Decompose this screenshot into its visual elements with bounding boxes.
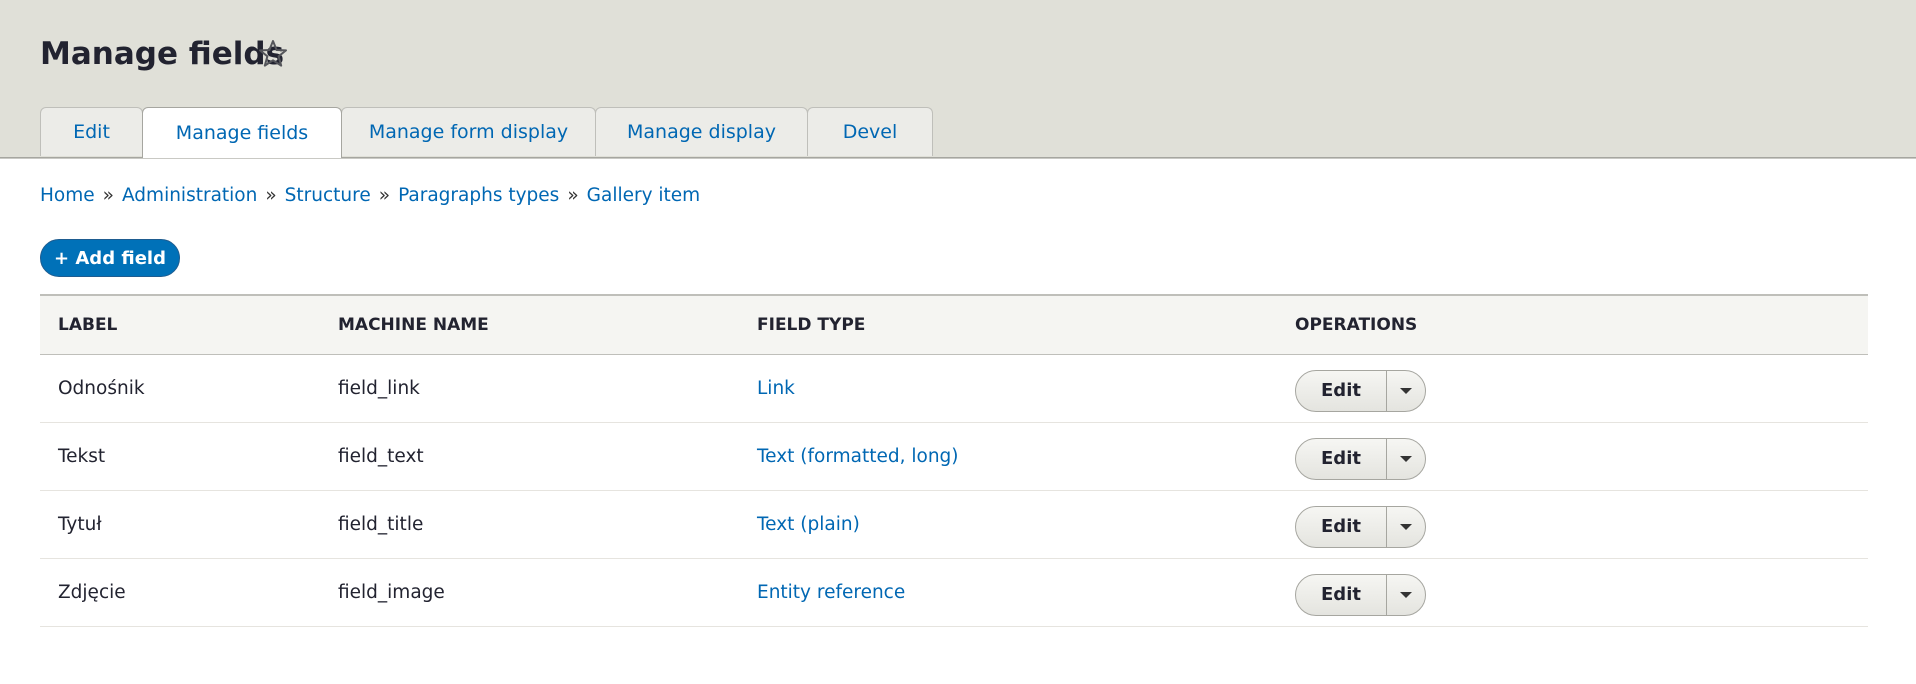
breadcrumb-home[interactable]: Home	[40, 185, 95, 206]
page-header: Manage fields Edit Manage fields Manage …	[0, 0, 1916, 159]
field-machine-name: field_title	[338, 514, 424, 535]
star-icon[interactable]	[257, 38, 289, 70]
operations-toggle-button[interactable]	[1387, 439, 1425, 479]
operations-dropbutton: Edit	[1295, 437, 1426, 480]
operations-dropbutton: Edit	[1295, 573, 1426, 616]
column-header-field-type: FIELD TYPE	[757, 315, 866, 335]
field-type-link[interactable]: Entity reference	[757, 582, 905, 603]
edit-button[interactable]: Edit	[1296, 438, 1387, 479]
breadcrumb: Home » Administration » Structure » Paragraphs…	[40, 185, 700, 206]
edit-button[interactable]: Edit	[1296, 506, 1387, 547]
table-row: Odnośnik field_link Link Edit	[40, 355, 1868, 423]
breadcrumb-separator: »	[567, 185, 579, 206]
field-machine-name: field_text	[338, 446, 424, 467]
breadcrumb-separator: »	[378, 185, 391, 206]
column-header-machine-name: MACHINE NAME	[338, 315, 489, 335]
caret-down-icon	[1400, 455, 1412, 462]
breadcrumb-separator: »	[102, 185, 114, 206]
table-row: Tytuł field_title Text (plain) Edit	[40, 491, 1868, 559]
field-machine-name: field_link	[338, 378, 420, 399]
tab-devel[interactable]: Devel	[807, 107, 933, 156]
breadcrumb-structure[interactable]: Structure	[285, 185, 371, 206]
field-label: Zdjęcie	[58, 582, 126, 603]
operations-dropbutton: Edit	[1295, 369, 1426, 412]
fields-table: LABEL MACHINE NAME FIELD TYPE OPERATIONS…	[40, 294, 1868, 627]
field-type-link[interactable]: Link	[757, 378, 795, 399]
caret-down-icon	[1400, 523, 1412, 530]
add-field-button[interactable]: + Add field	[40, 239, 180, 277]
edit-button[interactable]: Edit	[1296, 574, 1387, 615]
edit-button[interactable]: Edit	[1296, 370, 1387, 411]
tab-manage-fields[interactable]: Manage fields	[142, 107, 342, 158]
page-title: Manage fields	[40, 36, 285, 72]
breadcrumb-separator: »	[265, 185, 277, 206]
operations-dropbutton: Edit	[1295, 505, 1426, 548]
field-label: Tytuł	[58, 514, 102, 535]
tab-manage-display[interactable]: Manage display	[595, 107, 808, 156]
tab-edit[interactable]: Edit	[40, 107, 143, 156]
tab-manage-form-display[interactable]: Manage form display	[341, 107, 596, 156]
field-label: Tekst	[58, 446, 106, 467]
caret-down-icon	[1400, 387, 1412, 394]
breadcrumb-administration[interactable]: Administration	[122, 185, 257, 206]
field-machine-name: field_image	[338, 582, 445, 603]
field-type-link[interactable]: Text (plain)	[757, 514, 860, 535]
column-header-label: LABEL	[58, 315, 118, 335]
caret-down-icon	[1400, 591, 1412, 598]
table-header: LABEL MACHINE NAME FIELD TYPE OPERATIONS	[40, 296, 1868, 355]
operations-toggle-button[interactable]	[1387, 575, 1425, 615]
primary-tabs: Edit Manage fields Manage form display M…	[40, 107, 933, 158]
table-row: Tekst field_text Text (formatted, long) …	[40, 423, 1868, 491]
field-label: Odnośnik	[58, 378, 145, 399]
field-type-link[interactable]: Text (formatted, long)	[757, 446, 959, 467]
column-header-operations: OPERATIONS	[1295, 315, 1418, 335]
breadcrumb-gallery-item[interactable]: Gallery item	[587, 185, 701, 206]
operations-toggle-button[interactable]	[1387, 371, 1425, 411]
table-row: Zdjęcie field_image Entity reference Edi…	[40, 559, 1868, 627]
operations-toggle-button[interactable]	[1387, 507, 1425, 547]
breadcrumb-paragraphs-types[interactable]: Paragraphs types	[398, 185, 559, 206]
